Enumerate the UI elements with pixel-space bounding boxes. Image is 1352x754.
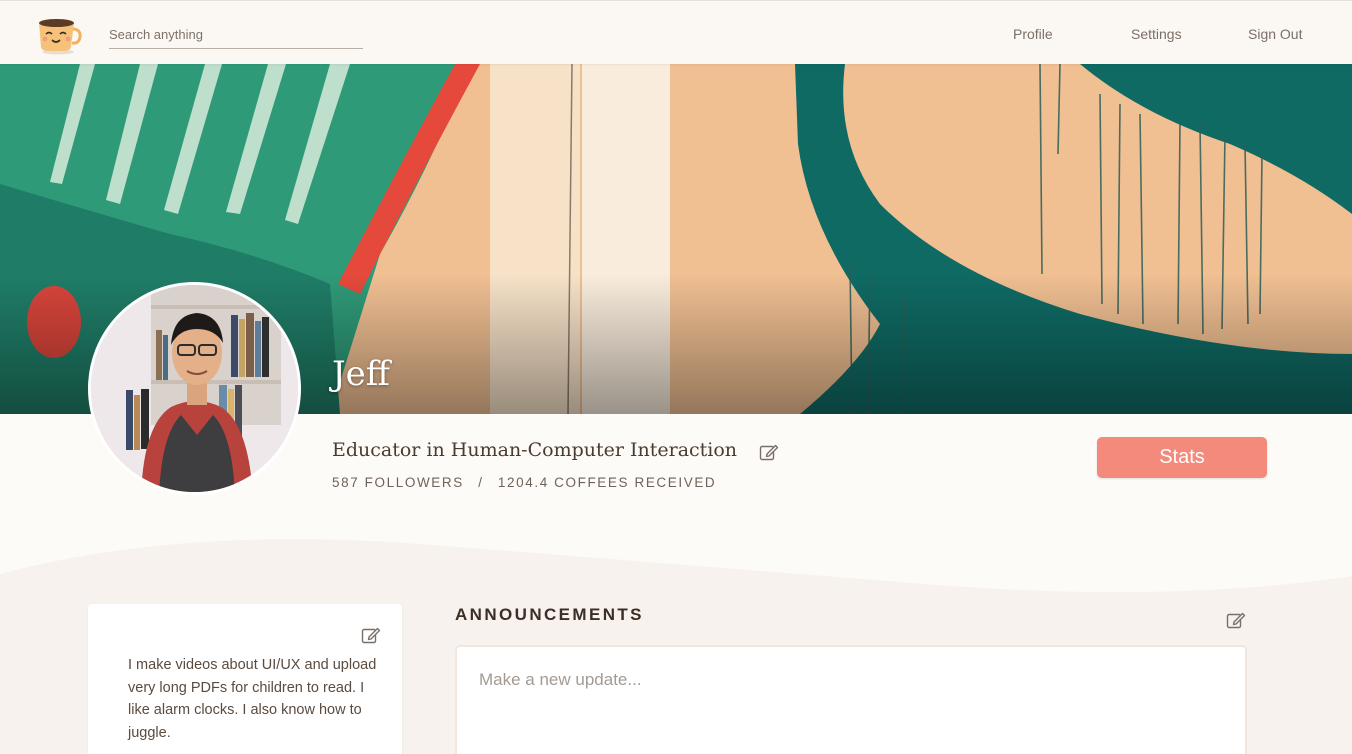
followers-count: 587 FOLLOWERS [332,475,464,490]
top-navigation-bar: Profile Settings Sign Out [0,0,1352,64]
about-text: I make videos about UI/UX and upload ver… [128,657,377,741]
edit-about-icon[interactable] [361,626,381,644]
stats-separator: / [478,475,484,490]
profile-avatar[interactable] [88,282,301,495]
profile-name: Jeff [332,354,390,394]
new-update-box[interactable] [455,645,1247,754]
announcements-heading: ANNOUNCEMENTS [455,605,644,624]
edit-announcements-icon[interactable] [1226,611,1246,629]
nav-sign-out-link[interactable]: Sign Out [1248,26,1302,42]
nav-profile-link[interactable]: Profile [1013,26,1053,42]
nav-settings-link[interactable]: Settings [1131,26,1182,42]
edit-headline-icon[interactable] [759,443,779,461]
profile-stats-line: 587 FOLLOWERS / 1204.4 COFFEES RECEIVED [332,475,716,490]
new-update-textarea[interactable] [457,647,1245,754]
avatar-photo [91,285,298,492]
search-input[interactable] [109,25,363,42]
coffee-cup-logo-icon[interactable] [34,13,82,55]
coffees-received-count: 1204.4 COFFEES RECEIVED [497,475,717,490]
stats-button[interactable]: Stats [1097,437,1267,478]
search-field[interactable] [109,25,363,49]
profile-headline: Educator in Human-Computer Interaction [332,439,738,461]
